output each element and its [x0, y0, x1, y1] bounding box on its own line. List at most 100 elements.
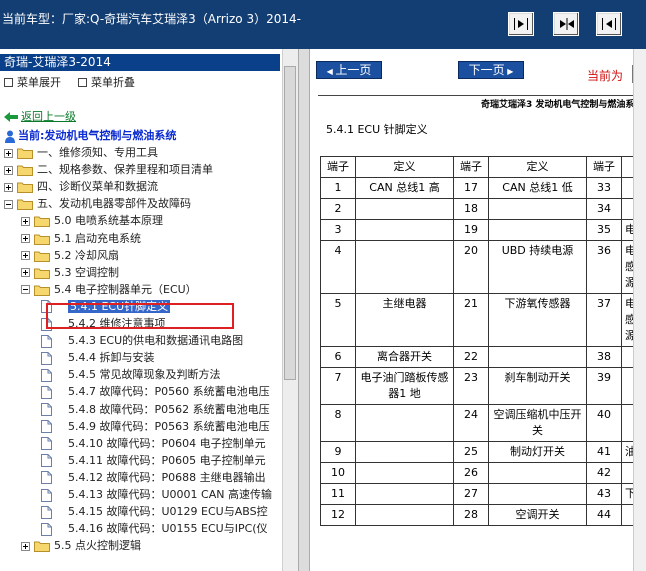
collapse-all-button[interactable]: 菜单折叠 — [78, 74, 135, 90]
tree-doc-item[interactable]: 5.4.16 故障代码：U0155 ECU与IPC(仪 — [38, 520, 268, 537]
tree-folder-item[interactable]: 五、发动机电器零部件及故障码 — [4, 195, 191, 212]
table-cell: 制动灯开关 — [488, 441, 587, 463]
table-row: 420UBD 持续电源36电子 感器 源 — [320, 240, 646, 294]
table-cell: 6 — [320, 346, 356, 368]
tree-folder-item[interactable]: 5.4 电子控制器单元（ECU） — [21, 281, 197, 298]
expand-toggle-icon[interactable] — [4, 165, 13, 175]
expand-toggle-icon[interactable] — [21, 541, 30, 551]
table-cell — [355, 404, 454, 442]
user-icon — [5, 130, 15, 143]
document-icon — [41, 385, 52, 399]
tree-doc-item[interactable]: 5.4.12 故障代码：P0688 主继电器输出 — [38, 469, 266, 486]
folder-icon — [34, 251, 50, 262]
tree-folder-item[interactable]: 5.1 启动充电系统 — [21, 230, 141, 247]
tree-folder-item[interactable]: 5.0 电喷系统基本原理 — [21, 212, 163, 229]
tree-folder-item[interactable]: 5.2 冷却风扇 — [21, 247, 119, 264]
current-page-label: 当前为 — [587, 69, 624, 83]
collapse-toggle-icon[interactable] — [4, 199, 13, 209]
table-cell: 25 — [453, 441, 489, 463]
tree-doc-item[interactable]: 5.4.4 拆卸与安装 — [38, 349, 155, 366]
tree-item-label: 二、规格参数、保养里程和项目清单 — [37, 163, 213, 177]
collapse-toggle-icon[interactable] — [21, 285, 30, 295]
table-row: 12 28 空调开关 44 — [320, 504, 646, 526]
table-cell: 36 — [586, 240, 622, 294]
current-location: 当前:发动机电气控制与燃油系统 — [4, 127, 176, 143]
expand-toggle-icon[interactable] — [21, 268, 30, 278]
tree-item-label: 5.2 冷却风扇 — [54, 248, 119, 262]
table-cell: CAN 总线1 高 — [355, 177, 454, 199]
tree-doc-item[interactable]: 5.4.10 故障代码：P0604 电子控制单元 — [38, 435, 266, 452]
document-icon — [41, 368, 52, 382]
tree-item-label: 5.4.12 故障代码：P0688 主继电器输出 — [68, 470, 266, 484]
next-arrow-icon: ▶ — [504, 67, 514, 76]
expand-toggle-icon[interactable] — [21, 234, 30, 243]
table-cell: 离合器开关 — [355, 346, 454, 368]
back-link[interactable]: 返回上一级 — [4, 108, 76, 124]
table-row: 7 电子油门踏板传感器1 地 23 刹车制动开关 39 — [320, 367, 646, 405]
collapse-all-label: 菜单折叠 — [91, 76, 135, 89]
tree-folder-item[interactable]: 二、规格参数、保养里程和项目清单 — [4, 161, 213, 178]
model-title: 奇瑞-艾瑞泽3-2014 — [0, 54, 280, 71]
panel-splitter[interactable] — [298, 49, 310, 571]
table-cell: 23 — [453, 367, 489, 405]
tree-item-label: 5.4.11 故障代码：P0605 电子控制单元 — [68, 453, 266, 467]
table-cell: 37 — [586, 293, 622, 347]
table-cell: 19 — [453, 219, 489, 241]
document-icon — [41, 420, 52, 434]
tree-item-label: 一、维修须知、专用工具 — [37, 146, 158, 159]
tree-folder-item[interactable]: 5.3 空调控制 — [21, 264, 119, 281]
tree-item-label: 5.4.10 故障代码：P0604 电子控制单元 — [68, 436, 266, 450]
table-cell: 27 — [453, 483, 489, 505]
table-cell — [488, 483, 587, 505]
tree-item-label: 5.4.3 ECU的供电和数据通讯电路图 — [68, 334, 244, 348]
table-cell: 22 — [453, 346, 489, 368]
table-header-row: 端子 定义 端子 定义 端子 — [320, 156, 646, 178]
tree-item-label: 5.4.13 故障代码：U0001 CAN 高速传输 — [68, 488, 272, 501]
tree-doc-item[interactable]: 5.4.15 故障代码：U0129 ECU与ABS控 — [38, 503, 268, 520]
document-icon — [41, 351, 52, 365]
tree-folder-item[interactable]: 一、维修须知、专用工具 — [4, 144, 158, 161]
table-row: 5主继电器21下游氧传感器37电子 感器 源 — [320, 293, 646, 347]
right-scrollbar[interactable] — [633, 49, 646, 571]
tree-doc-item[interactable]: 5.4.7 故障代码：P0560 系统蓄电池电压 — [38, 383, 270, 400]
tree-item-label: 5.4.15 故障代码：U0129 ECU与ABS控 — [68, 505, 268, 519]
tree-doc-item[interactable]: 5.4.8 故障代码：P0562 系统蓄电池电压 — [38, 401, 270, 418]
table-cell: 17 — [453, 177, 489, 199]
tree-doc-item[interactable]: 5.4.3 ECU的供电和数据通讯电路图 — [38, 332, 243, 349]
table-cell: 33 — [586, 177, 622, 199]
tree-item-label: 5.4 电子控制器单元（ECU） — [54, 282, 197, 296]
tree-doc-item[interactable]: 5.4.13 故障代码：U0001 CAN 高速传输 — [38, 486, 272, 503]
tree-item-label: 5.4.9 故障代码：P0563 系统蓄电池电压 — [68, 419, 270, 433]
table-cell: 40 — [586, 404, 622, 442]
next-page-button[interactable]: 下一页 ▶ — [458, 61, 524, 79]
tree-doc-item[interactable]: 5.4.9 故障代码：P0563 系统蓄电池电压 — [38, 418, 270, 435]
table-cell: 21 — [453, 293, 489, 347]
table-row: 2 18 34 — [320, 198, 646, 220]
table-row: 10 26 42 — [320, 462, 646, 484]
table-header-cell: 端子 — [586, 156, 622, 178]
table-cell — [488, 198, 587, 220]
tree-item-label: 5.4.8 故障代码：P0562 系统蓄电池电压 — [68, 402, 270, 416]
tree-folder-item[interactable]: 四、诊断仪菜单和数据流 — [4, 178, 158, 195]
expand-toggle-icon[interactable] — [21, 251, 30, 261]
page-toolbar: ◀ 上一页 下一页 ▶ 当前为 14 — [310, 49, 646, 91]
header-rule — [318, 95, 646, 96]
expand-toggle-icon[interactable] — [21, 216, 30, 226]
table-cell: 24 — [453, 404, 489, 442]
tree-folder-item[interactable]: 5.5 点火控制逻辑 — [21, 537, 141, 554]
expand-all-button[interactable]: 菜单展开 — [4, 74, 61, 90]
collapse-left-button[interactable] — [508, 12, 534, 36]
expand-toggle-icon[interactable] — [4, 182, 13, 192]
prev-page-button[interactable]: ◀ 上一页 — [316, 61, 382, 79]
table-cell: 主继电器 — [355, 293, 454, 347]
tree-doc-item[interactable]: 5.4.5 常见故障现象及判断方法 — [38, 366, 221, 383]
split-view-button[interactable] — [553, 12, 579, 36]
expand-toggle-icon[interactable] — [4, 148, 13, 158]
document-icon — [41, 454, 52, 468]
left-scrollbar-thumb[interactable] — [284, 66, 296, 380]
tree-doc-item[interactable]: 5.4.11 故障代码：P0605 电子控制单元 — [38, 452, 266, 469]
collapse-right-button[interactable] — [596, 12, 622, 36]
prev-page-label: 上一页 — [335, 63, 372, 77]
folder-icon — [17, 165, 33, 177]
tree-item-label: 5.4.7 故障代码：P0560 系统蓄电池电压 — [68, 385, 270, 399]
